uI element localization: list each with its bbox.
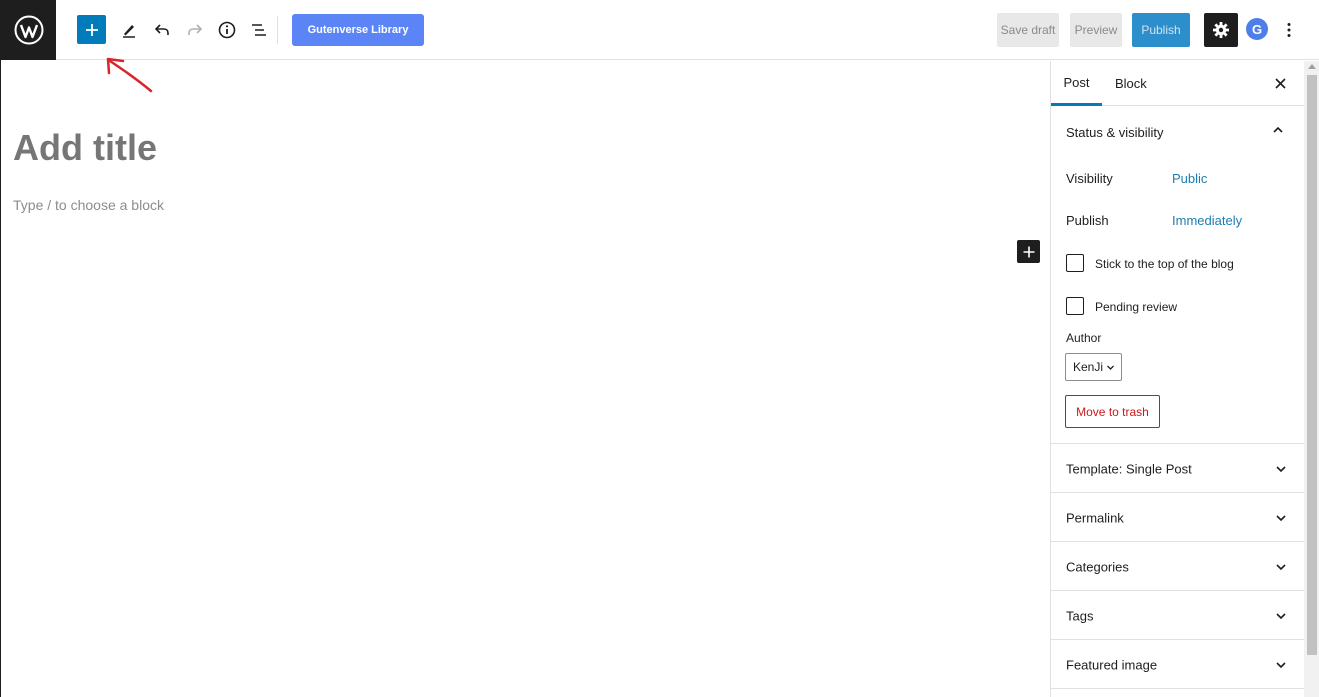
editor-canvas[interactable]: Add title Type / to choose a block bbox=[2, 61, 1050, 697]
publish-date-link[interactable]: Immediately bbox=[1172, 213, 1242, 228]
panel-permalink-label: Permalink bbox=[1066, 510, 1124, 525]
tab-post[interactable]: Post bbox=[1051, 61, 1102, 106]
visibility-label: Visibility bbox=[1066, 171, 1113, 186]
author-label: Author bbox=[1066, 331, 1102, 345]
more-options-button[interactable] bbox=[1281, 15, 1297, 45]
publish-button[interactable]: Publish bbox=[1132, 13, 1190, 47]
sidebar-tabs: Post Block bbox=[1051, 61, 1305, 106]
tab-block[interactable]: Block bbox=[1115, 61, 1147, 106]
preview-button[interactable]: Preview bbox=[1070, 13, 1122, 47]
redo-icon bbox=[188, 24, 203, 35]
sticky-label: Stick to the top of the blog bbox=[1095, 257, 1234, 271]
settings-sidebar: Post Block Status & visibility Visibilit… bbox=[1050, 61, 1305, 697]
undo-icon bbox=[154, 24, 169, 35]
status-visibility-toggle[interactable]: Status & visibility bbox=[1066, 125, 1164, 140]
tools-button[interactable] bbox=[114, 15, 144, 45]
close-sidebar-button[interactable] bbox=[1270, 73, 1290, 93]
close-icon bbox=[1274, 77, 1286, 89]
gear-icon bbox=[1213, 22, 1229, 38]
pending-review-label: Pending review bbox=[1095, 300, 1178, 314]
top-toolbar: Gutenverse Library Save draft Preview Pu… bbox=[1, 0, 1319, 60]
plus-icon bbox=[85, 23, 98, 36]
panel-featured-image-label: Featured image bbox=[1066, 657, 1158, 672]
toolbar-divider bbox=[277, 16, 278, 44]
save-draft-button[interactable]: Save draft bbox=[997, 13, 1059, 47]
undo-button[interactable] bbox=[147, 15, 177, 45]
sticky-checkbox[interactable] bbox=[1066, 254, 1084, 272]
vertical-ellipsis-icon bbox=[1287, 23, 1291, 37]
block-placeholder[interactable]: Type / to choose a block bbox=[13, 197, 164, 213]
chevron-up-icon[interactable] bbox=[1272, 124, 1284, 136]
plus-icon bbox=[1023, 246, 1034, 257]
panel-permalink[interactable]: Permalink bbox=[1051, 494, 1305, 542]
chevron-down-icon bbox=[1107, 365, 1114, 370]
author-select[interactable]: KenJi bbox=[1065, 353, 1122, 381]
panel-categories-label: Categories bbox=[1066, 559, 1129, 574]
panel-featured-image[interactable]: Featured image bbox=[1051, 641, 1305, 689]
scroll-up-arrow-icon[interactable] bbox=[1308, 64, 1316, 69]
scrollbar-thumb[interactable] bbox=[1307, 75, 1317, 655]
panel-template-label: Template: Single Post bbox=[1066, 461, 1192, 476]
publish-label: Publish bbox=[1066, 213, 1109, 228]
status-visibility-panel: Status & visibility Visibility Public Pu… bbox=[1051, 106, 1305, 444]
add-block-button[interactable] bbox=[1017, 240, 1040, 263]
list-view-button[interactable] bbox=[244, 15, 274, 45]
settings-button[interactable] bbox=[1204, 13, 1238, 47]
chevron-down-icon bbox=[1276, 514, 1286, 521]
post-title-input[interactable]: Add title bbox=[13, 127, 157, 169]
chevron-down-icon bbox=[1276, 465, 1286, 472]
pencil-icon bbox=[123, 25, 135, 38]
panel-tags[interactable]: Tags bbox=[1051, 592, 1305, 640]
chevron-down-icon bbox=[1276, 563, 1286, 570]
list-view-icon bbox=[252, 24, 266, 36]
panel-template[interactable]: Template: Single Post bbox=[1051, 445, 1305, 493]
redo-button[interactable] bbox=[180, 15, 210, 45]
chevron-down-icon bbox=[1276, 612, 1286, 619]
panel-tags-label: Tags bbox=[1066, 608, 1094, 623]
wordpress-icon[interactable] bbox=[1, 0, 56, 60]
move-to-trash-button[interactable]: Move to trash bbox=[1065, 395, 1160, 428]
visibility-link[interactable]: Public bbox=[1172, 171, 1207, 186]
panel-categories[interactable]: Categories bbox=[1051, 543, 1305, 591]
pending-review-checkbox[interactable] bbox=[1066, 297, 1084, 315]
gutenverse-library-button[interactable]: Gutenverse Library bbox=[292, 14, 424, 46]
block-inserter-button[interactable] bbox=[77, 15, 106, 44]
editor-window: Gutenverse Library Save draft Preview Pu… bbox=[0, 0, 1319, 697]
plugin-avatar-button[interactable]: G bbox=[1246, 18, 1268, 40]
details-button[interactable] bbox=[212, 15, 242, 45]
author-value: KenJi bbox=[1073, 360, 1104, 374]
sidebar-scrollbar[interactable] bbox=[1304, 61, 1319, 697]
info-icon bbox=[218, 21, 236, 39]
chevron-down-icon bbox=[1276, 661, 1286, 668]
